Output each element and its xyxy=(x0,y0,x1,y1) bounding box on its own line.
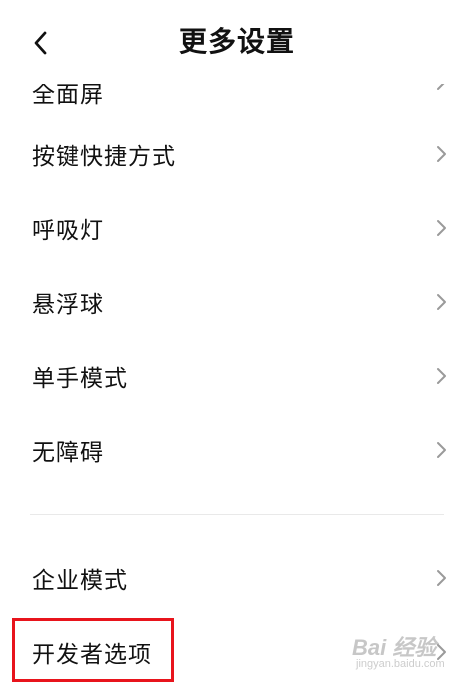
settings-row-key-shortcuts[interactable]: 按键快捷方式 xyxy=(0,124,474,184)
settings-row-enterprise[interactable]: 企业模式 xyxy=(0,548,474,608)
page-title: 更多设置 xyxy=(178,25,295,58)
row-label: 呼吸灯 xyxy=(32,218,104,244)
chevron-right-icon xyxy=(437,442,446,458)
top-bar: 更多设置 xyxy=(0,0,474,84)
chevron-right-icon xyxy=(437,570,446,586)
highlight-box xyxy=(12,618,174,682)
row-label: 企业模式 xyxy=(32,568,128,594)
settings-row-floating-ball[interactable]: 悬浮球 xyxy=(0,272,474,332)
chevron-right-icon xyxy=(437,146,446,162)
row-label: 无障碍 xyxy=(32,440,104,466)
chevron-right-icon xyxy=(437,294,446,310)
chevron-right-icon xyxy=(437,368,446,384)
settings-row-breathing-light[interactable]: 呼吸灯 xyxy=(0,198,474,258)
chevron-right-icon xyxy=(437,220,446,236)
chevron-right-icon xyxy=(437,644,446,660)
row-label: 单手模式 xyxy=(32,366,128,392)
row-label: 悬浮球 xyxy=(32,292,104,318)
section-divider xyxy=(30,514,444,515)
row-label: 按键快捷方式 xyxy=(32,144,176,170)
settings-row-accessibility[interactable]: 无障碍 xyxy=(0,420,474,480)
settings-row-one-handed[interactable]: 单手模式 xyxy=(0,346,474,406)
